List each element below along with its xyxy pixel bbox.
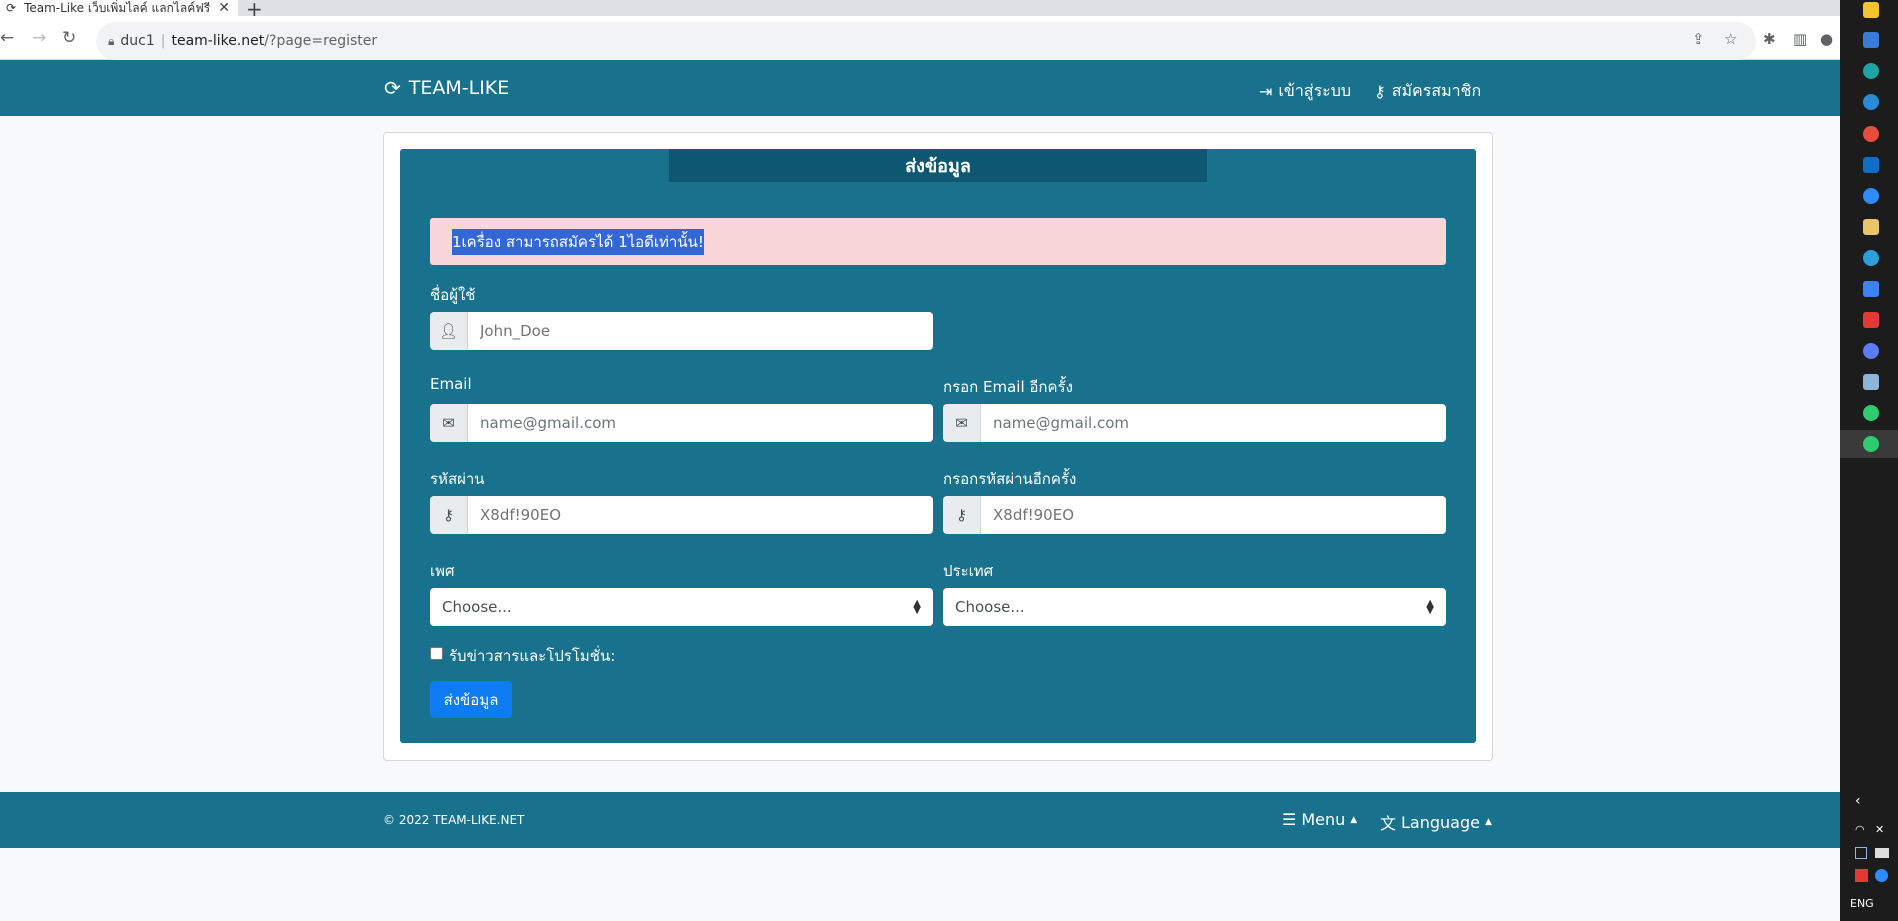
sign-in-icon: ⇥: [1259, 82, 1273, 101]
copyright-text: © 2022 TEAM-LIKE.NET: [383, 813, 525, 827]
form-title: ส่งข้อมูล: [669, 149, 1207, 182]
site-navbar: [0, 60, 1840, 116]
brand-link[interactable]: ⟳ TEAM-LIKE: [384, 76, 509, 100]
zalo-icon[interactable]: [1863, 188, 1879, 204]
tab-strip: [0, 0, 1840, 16]
caret-up-icon: ▲: [1350, 814, 1358, 825]
username-field: 👤︎: [430, 312, 933, 350]
country-label: ประเทศ: [943, 562, 994, 580]
password-confirm-label: กรอกรหัสผ่านอีกครั้ง: [943, 470, 1077, 488]
language-icon: 文: [1380, 814, 1397, 833]
menu-dropup[interactable]: ☰ Menu ▲: [1282, 810, 1357, 829]
internet-explorer-icon[interactable]: [1863, 94, 1879, 110]
chevron-left-icon[interactable]: ‹: [1855, 793, 1861, 809]
outlook-icon[interactable]: [1863, 157, 1879, 173]
url-host: team-like.net: [171, 33, 265, 49]
email-confirm-field: ✉: [943, 404, 1446, 442]
reload-icon[interactable]: ↻: [62, 28, 76, 48]
key-icon: ⚷: [430, 496, 468, 534]
profile-avatar-icon[interactable]: ●: [1820, 30, 1833, 48]
key-icon: ⚷: [943, 496, 981, 534]
chrome-icon[interactable]: [1863, 126, 1879, 142]
url-path: /?page=register: [264, 33, 378, 49]
glasses-app-icon[interactable]: [1863, 405, 1879, 421]
tray-app-icon[interactable]: [1855, 869, 1868, 882]
search-app-icon[interactable]: [1863, 250, 1879, 266]
volume-muted-icon[interactable]: ✕: [1875, 823, 1884, 836]
separator: |: [160, 33, 166, 49]
notes-icon[interactable]: [1863, 374, 1879, 390]
tab-close-icon[interactable]: ✕: [218, 0, 230, 16]
remote-desktop-icon[interactable]: [1863, 32, 1879, 48]
user-icon: 👤︎: [430, 312, 468, 350]
side-panel-icon[interactable]: ▥: [1793, 30, 1807, 48]
login-link[interactable]: ⇥ เข้าสู่ระบบ: [1259, 79, 1351, 104]
tray-app-icon[interactable]: [1855, 847, 1867, 859]
profile-label: duc1: [120, 33, 155, 49]
alert-text: 1เครื่อง สามารถสมัครได้ 1ไอดีเท่านั้น!: [452, 228, 704, 255]
envelope-icon: ✉: [430, 404, 468, 442]
newsletter-checkbox[interactable]: [430, 647, 443, 660]
extensions-icon[interactable]: ✱: [1763, 30, 1776, 48]
lock-icon: 🔒︎: [108, 33, 115, 48]
glasses-app-icon[interactable]: [1863, 436, 1879, 452]
tool-icon[interactable]: [1863, 219, 1879, 235]
gender-selected: Choose...: [442, 598, 512, 616]
brand-name: TEAM-LIKE: [408, 77, 510, 99]
email-field: ✉: [430, 404, 933, 442]
file-explorer-icon[interactable]: [1863, 2, 1879, 18]
input-language[interactable]: ENG: [1850, 897, 1874, 910]
password-confirm-field: ⚷: [943, 496, 1446, 534]
submit-button[interactable]: ส่งข้อมูล: [430, 681, 512, 718]
password-label: รหัสผ่าน: [430, 470, 485, 488]
share-icon[interactable]: ⇪: [1692, 30, 1705, 48]
web-app-icon[interactable]: [1863, 343, 1879, 359]
site-footer: [0, 792, 1840, 848]
password-field: ⚷: [430, 496, 933, 534]
back-icon[interactable]: ←: [0, 28, 14, 48]
address-bar[interactable]: 🔒︎ duc1 | team-like.net/?page=register: [96, 22, 1756, 60]
menu-bars-icon: ☰: [1282, 810, 1297, 829]
shield-icon[interactable]: [1863, 281, 1879, 297]
envelope-icon: ✉: [943, 404, 981, 442]
security-app-icon[interactable]: [1863, 312, 1879, 328]
register-link[interactable]: ⚷ สมัครสมาชิก: [1374, 79, 1481, 104]
language-dropup[interactable]: 文 Language ▲: [1380, 810, 1492, 834]
bookmark-star-icon[interactable]: ☆: [1724, 30, 1737, 48]
username-label: ชื่อผู้ใช้: [430, 286, 476, 304]
register-label: สมัครสมาชิก: [1391, 81, 1482, 100]
gender-select[interactable]: Choose... ▲ ▼: [430, 588, 933, 626]
refresh-logo-icon: ⟳: [384, 76, 401, 100]
email-input[interactable]: [468, 404, 933, 442]
email-confirm-input[interactable]: [981, 404, 1446, 442]
username-input[interactable]: [468, 312, 933, 350]
country-selected: Choose...: [955, 598, 1025, 616]
select-arrows-icon: ▲ ▼: [1426, 598, 1434, 616]
caret-up-icon: ▲: [1484, 817, 1492, 827]
tab-title: Team-Like เว็บเพิ่มไลค์ แลกไลค์ฟรี: [24, 0, 211, 15]
edge-icon[interactable]: [1863, 63, 1879, 79]
gender-label: เพศ: [430, 562, 455, 580]
language-label: Language: [1401, 812, 1480, 832]
site-favicon-icon: ⟳: [6, 1, 17, 15]
key-icon: ⚷: [1374, 82, 1386, 101]
email-label: Email: [430, 375, 472, 393]
forward-icon[interactable]: →: [32, 28, 46, 48]
newsletter-label: รับข่าวสารและโปรโมชั่น:: [449, 647, 616, 665]
battery-icon[interactable]: [1875, 848, 1889, 858]
country-select[interactable]: Choose... ▲ ▼: [943, 588, 1446, 626]
login-label: เข้าสู่ระบบ: [1278, 81, 1352, 100]
zalo-tray-icon[interactable]: [1875, 869, 1888, 882]
email-confirm-label: กรอก Email อีกครั้ง: [943, 378, 1073, 396]
wifi-icon[interactable]: ◠: [1855, 823, 1865, 836]
browser-tab[interactable]: ⟳ Team-Like เว็บเพิ่มไลค์ แลกไลค์ฟรี ✕: [0, 0, 238, 16]
alert-box: 1เครื่อง สามารถสมัครได้ 1ไอดีเท่านั้น!: [430, 218, 1446, 265]
password-input[interactable]: [468, 496, 933, 534]
menu-label: Menu: [1301, 810, 1346, 829]
select-arrows-icon: ▲ ▼: [913, 598, 921, 616]
password-confirm-input[interactable]: [981, 496, 1446, 534]
